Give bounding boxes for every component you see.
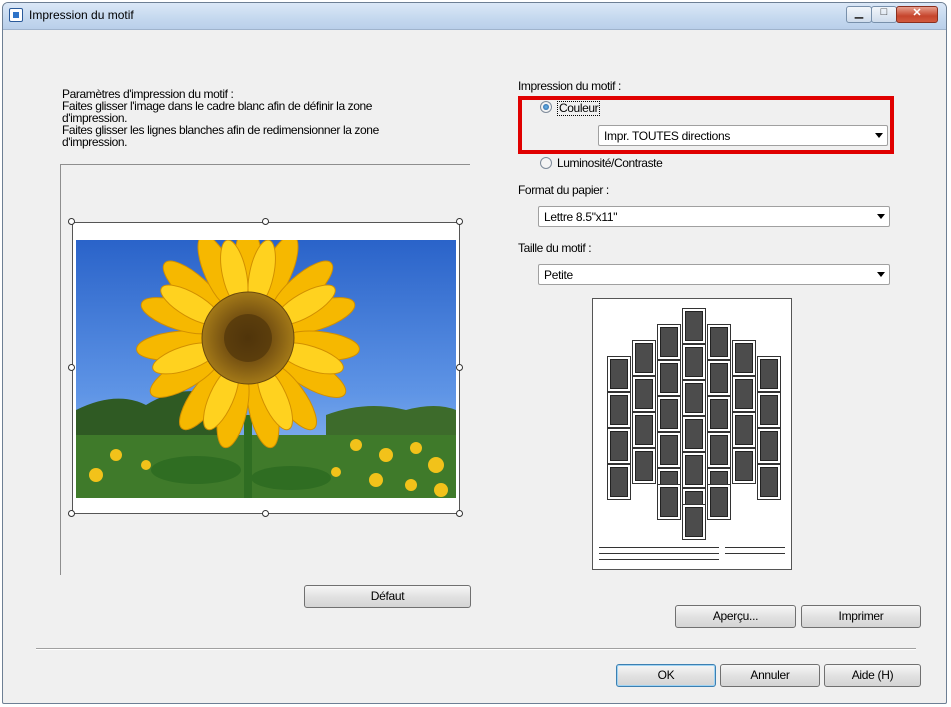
- preview-button[interactable]: Aperçu...: [675, 605, 796, 628]
- paper-rule: [599, 559, 719, 560]
- resize-handle-right[interactable]: [456, 364, 463, 371]
- pattern-tile: [760, 359, 778, 389]
- pattern-tile: [735, 379, 753, 409]
- pattern-tile: [660, 487, 678, 517]
- pattern-tile: [685, 383, 703, 413]
- pattern-tile: [710, 363, 728, 393]
- resize-handle-top[interactable]: [262, 218, 269, 225]
- resize-handle-top-left[interactable]: [68, 218, 75, 225]
- pattern-tile: [660, 399, 678, 429]
- maximize-button[interactable]: □: [871, 6, 897, 23]
- pattern-tile: [710, 399, 728, 429]
- highlight-box: [518, 96, 894, 154]
- pattern-tile: [710, 327, 728, 357]
- resize-handle-bottom-left[interactable]: [68, 510, 75, 517]
- help-button[interactable]: Aide (H): [824, 664, 921, 687]
- paper-rule: [725, 553, 785, 554]
- pattern-tile: [660, 363, 678, 393]
- pattern-tile: [760, 467, 778, 497]
- resize-handle-bottom[interactable]: [262, 510, 269, 517]
- pattern-tile: [685, 347, 703, 377]
- pattern-tile: [760, 431, 778, 461]
- pattern-tile: [660, 435, 678, 465]
- brightness-option-label[interactable]: Luminosité/Contraste: [557, 157, 663, 170]
- paper-rule: [725, 547, 785, 548]
- sunflower-image[interactable]: [76, 240, 456, 498]
- pattern-tile: [685, 455, 703, 485]
- maximize-icon: □: [880, 6, 888, 18]
- minimize-icon: ▁: [854, 7, 864, 19]
- ok-button[interactable]: OK: [616, 664, 716, 687]
- paper-rule: [599, 553, 719, 554]
- pattern-tile: [610, 467, 628, 497]
- pattern-tile: [635, 415, 653, 445]
- pattern-tile: [735, 343, 753, 373]
- resize-handle-bottom-right[interactable]: [456, 510, 463, 517]
- pattern-tile: [710, 435, 728, 465]
- sunflower-photo: [76, 240, 456, 498]
- paper-rule: [599, 547, 719, 548]
- pattern-tile: [685, 507, 703, 537]
- resize-handle-top-right[interactable]: [456, 218, 463, 225]
- instruction-line-5: d'impression.: [62, 135, 128, 149]
- pattern-tile: [735, 451, 753, 481]
- pattern-tile: [610, 431, 628, 461]
- pattern-tile: [735, 415, 753, 445]
- pattern-size-select-value: Petite: [544, 268, 573, 282]
- pattern-tile: [610, 359, 628, 389]
- paper-size-label: Format du papier :: [518, 183, 609, 197]
- pattern-size-label: Taille du motif :: [518, 241, 592, 255]
- pattern-tile: [760, 395, 778, 425]
- title-bar[interactable]: Impression du motif ▁ □ ✕: [3, 3, 946, 30]
- resize-handle-left[interactable]: [68, 364, 75, 371]
- cancel-button[interactable]: Annuler: [720, 664, 820, 687]
- pattern-tile: [660, 327, 678, 357]
- print-button[interactable]: Imprimer: [801, 605, 921, 628]
- footer-separator: [36, 648, 916, 650]
- minimize-button[interactable]: ▁: [846, 6, 872, 23]
- pattern-size-select[interactable]: Petite: [538, 264, 890, 285]
- chevron-down-icon: [877, 272, 885, 277]
- paper-size-select[interactable]: Lettre 8.5"x11": [538, 206, 890, 227]
- window-title: Impression du motif: [29, 8, 134, 22]
- close-button[interactable]: ✕: [896, 6, 938, 23]
- pattern-tile: [685, 311, 703, 341]
- pattern-tile: [635, 451, 653, 481]
- chevron-down-icon: [877, 214, 885, 219]
- pattern-tile: [635, 343, 653, 373]
- default-button[interactable]: Défaut: [304, 585, 471, 608]
- pattern-tile: [610, 395, 628, 425]
- close-icon: ✕: [912, 7, 922, 19]
- pattern-tile: [710, 487, 728, 517]
- brightness-radio[interactable]: [540, 157, 552, 169]
- pattern-preview: [592, 298, 792, 570]
- pattern-tile: [635, 379, 653, 409]
- pattern-print-label: Impression du motif :: [518, 79, 621, 93]
- app-icon: [9, 8, 23, 22]
- pattern-tile: [685, 419, 703, 449]
- paper-size-select-value: Lettre 8.5"x11": [544, 210, 618, 224]
